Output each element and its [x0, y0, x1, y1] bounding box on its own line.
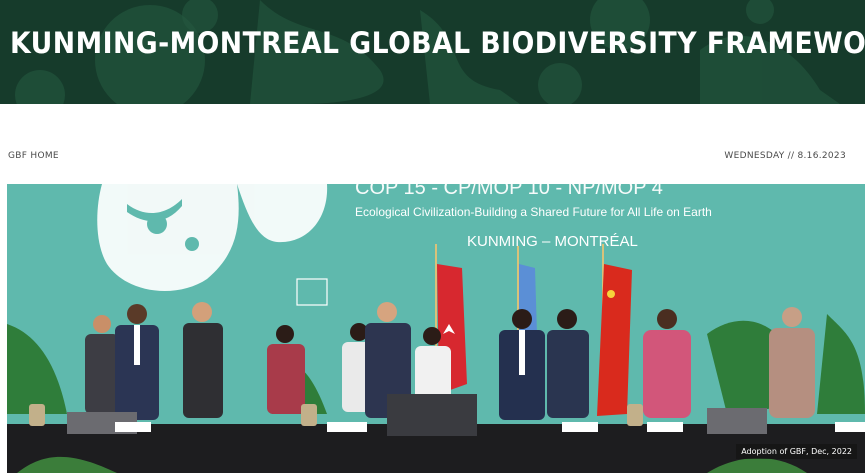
photo-caption: Adoption of GBF, Dec, 2022 — [736, 444, 857, 459]
hero-photo: COP 15 - CP/MOP 10 - NP/MOP 4 Ecological… — [7, 184, 865, 473]
backdrop-location: KUNMING – MONTRÉAL — [467, 233, 638, 250]
nav-row: GBF HOME WEDNESDAY // 8.16.2023 — [0, 104, 865, 184]
site-title: KUNMING-MONTREAL GLOBAL BIODIVERSITY FRA… — [10, 26, 865, 60]
site-banner: KUNMING-MONTREAL GLOBAL BIODIVERSITY FRA… — [0, 0, 865, 104]
date-label: WEDNESDAY // 8.16.2023 — [724, 151, 846, 161]
home-link[interactable]: GBF HOME — [8, 151, 59, 161]
hero-illustration: COP 15 - CP/MOP 10 - NP/MOP 4 Ecological… — [7, 184, 865, 473]
backdrop-cop-text: COP 15 - CP/MOP 10 - NP/MOP 4 — [355, 184, 663, 199]
backdrop-tagline: Ecological Civilization-Building a Share… — [355, 205, 712, 219]
